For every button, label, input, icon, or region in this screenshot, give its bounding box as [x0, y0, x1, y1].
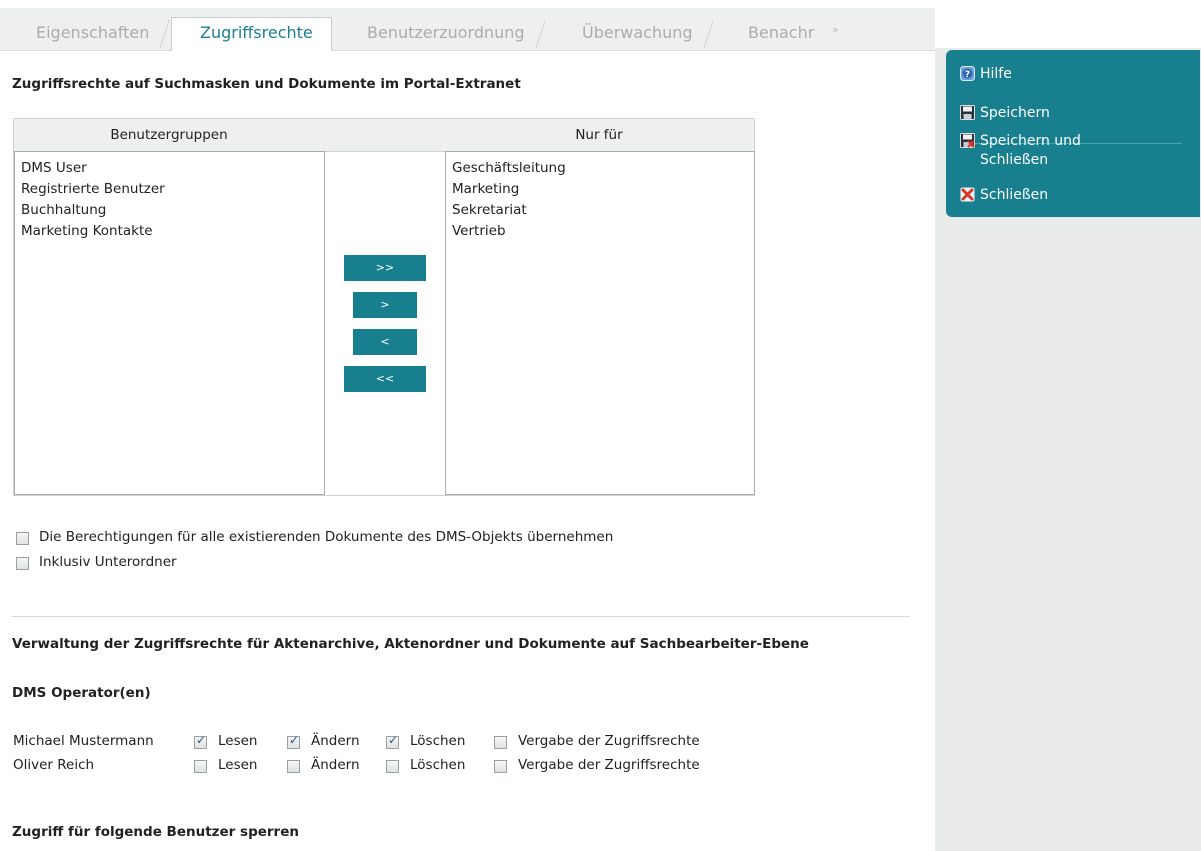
list-item[interactable]: Registrierte Benutzer: [21, 179, 318, 200]
header-spacer: [324, 119, 444, 152]
group-transfer-list: Benutzergruppen Nur für DMS User Registr…: [13, 118, 755, 496]
right-list-header: Nur für: [444, 119, 754, 152]
available-groups-list[interactable]: DMS User Registrierte Benutzer Buchhaltu…: [14, 151, 325, 495]
list-item[interactable]: Marketing Kontakte: [21, 221, 318, 242]
include-subfolders-checkbox[interactable]: [16, 557, 29, 570]
sidebar-top: [935, 0, 1201, 48]
left-list-header: Benutzergruppen: [14, 119, 324, 152]
grant-rights-checkbox[interactable]: [494, 736, 507, 749]
save-close-label: Speichern und Schließen: [980, 132, 1081, 170]
management-title: Verwaltung der Zugriffsrechte für Aktena…: [12, 636, 809, 652]
help-icon: ?: [960, 66, 975, 81]
operator-name: Michael Mustermann: [13, 733, 154, 749]
selected-groups-list[interactable]: Geschäftsleitung Marketing Sekretariat V…: [445, 151, 755, 495]
more-tabs-icon[interactable]: »: [832, 23, 839, 36]
change-label: Ändern: [311, 733, 360, 749]
svg-text:?: ?: [965, 70, 970, 80]
save-action[interactable]: Speichern: [960, 104, 1050, 123]
section-title: Zugriffsrechte auf Suchmasken und Dokume…: [12, 76, 521, 92]
tab-bar: Eigenschaften Zugriffsrechte Benutzerzuo…: [0, 8, 935, 51]
operator-name: Oliver Reich: [13, 757, 95, 773]
include-subfolders-label: Inklusiv Unterordner: [39, 554, 177, 570]
save-close-label-line1: Speichern und: [980, 133, 1081, 149]
operators-title: DMS Operator(en): [12, 685, 151, 701]
tab-ueberwachung[interactable]: Überwachung: [582, 18, 693, 48]
list-item[interactable]: Vertrieb: [452, 221, 748, 242]
close-icon: [960, 187, 975, 202]
block-users-title: Zugriff für folgende Benutzer sperren: [12, 824, 299, 840]
tab-eigenschaften[interactable]: Eigenschaften: [36, 18, 149, 48]
move-all-right-button[interactable]: >>: [344, 255, 426, 281]
move-left-button[interactable]: <: [353, 329, 417, 355]
change-checkbox[interactable]: [287, 760, 300, 773]
close-label: Schließen: [980, 187, 1049, 203]
change-checkbox[interactable]: [287, 733, 300, 749]
delete-checkbox[interactable]: [386, 733, 399, 749]
close-action[interactable]: Schließen: [960, 186, 1048, 205]
save-icon: [960, 105, 975, 120]
grant-rights-label: Vergabe der Zugriffsrechte: [518, 733, 700, 749]
grant-rights-checkbox[interactable]: [494, 760, 507, 773]
read-label: Lesen: [218, 733, 258, 749]
list-item[interactable]: Geschäftsleitung: [452, 158, 748, 179]
tab-zugriffsrechte[interactable]: Zugriffsrechte: [171, 17, 332, 51]
list-item[interactable]: Buchhaltung: [21, 200, 318, 221]
help-label: Hilfe: [980, 66, 1012, 82]
save-and-close-action[interactable]: Speichern und Schließen: [960, 132, 1081, 170]
move-all-left-button[interactable]: <<: [344, 366, 426, 392]
tab-benachrichtigung[interactable]: Benachr: [748, 18, 814, 48]
save-label: Speichern: [980, 105, 1050, 121]
delete-label: Löschen: [410, 733, 466, 749]
apply-existing-checkbox[interactable]: [16, 532, 29, 545]
action-panel: ? Hilfe Speichern Speichern und Schließe…: [946, 50, 1200, 217]
delete-label: Löschen: [410, 757, 466, 773]
grant-rights-label: Vergabe der Zugriffsrechte: [518, 757, 700, 773]
section-divider: [12, 616, 910, 617]
tab-benutzerzuordnung[interactable]: Benutzerzuordnung: [367, 18, 525, 48]
save-close-icon: [960, 133, 975, 148]
move-right-button[interactable]: >: [353, 292, 417, 318]
list-item[interactable]: Marketing: [452, 179, 748, 200]
apply-existing-label: Die Berechtigungen für alle existierende…: [39, 529, 614, 545]
delete-checkbox[interactable]: [386, 760, 399, 773]
help-action[interactable]: ? Hilfe: [960, 65, 1012, 84]
read-checkbox[interactable]: [194, 760, 207, 773]
list-item[interactable]: DMS User: [21, 158, 318, 179]
change-label: Ändern: [311, 757, 360, 773]
save-close-label-line2: Schließen: [980, 152, 1049, 168]
read-label: Lesen: [218, 757, 258, 773]
read-checkbox[interactable]: [194, 733, 207, 749]
list-item[interactable]: Sekretariat: [452, 200, 748, 221]
